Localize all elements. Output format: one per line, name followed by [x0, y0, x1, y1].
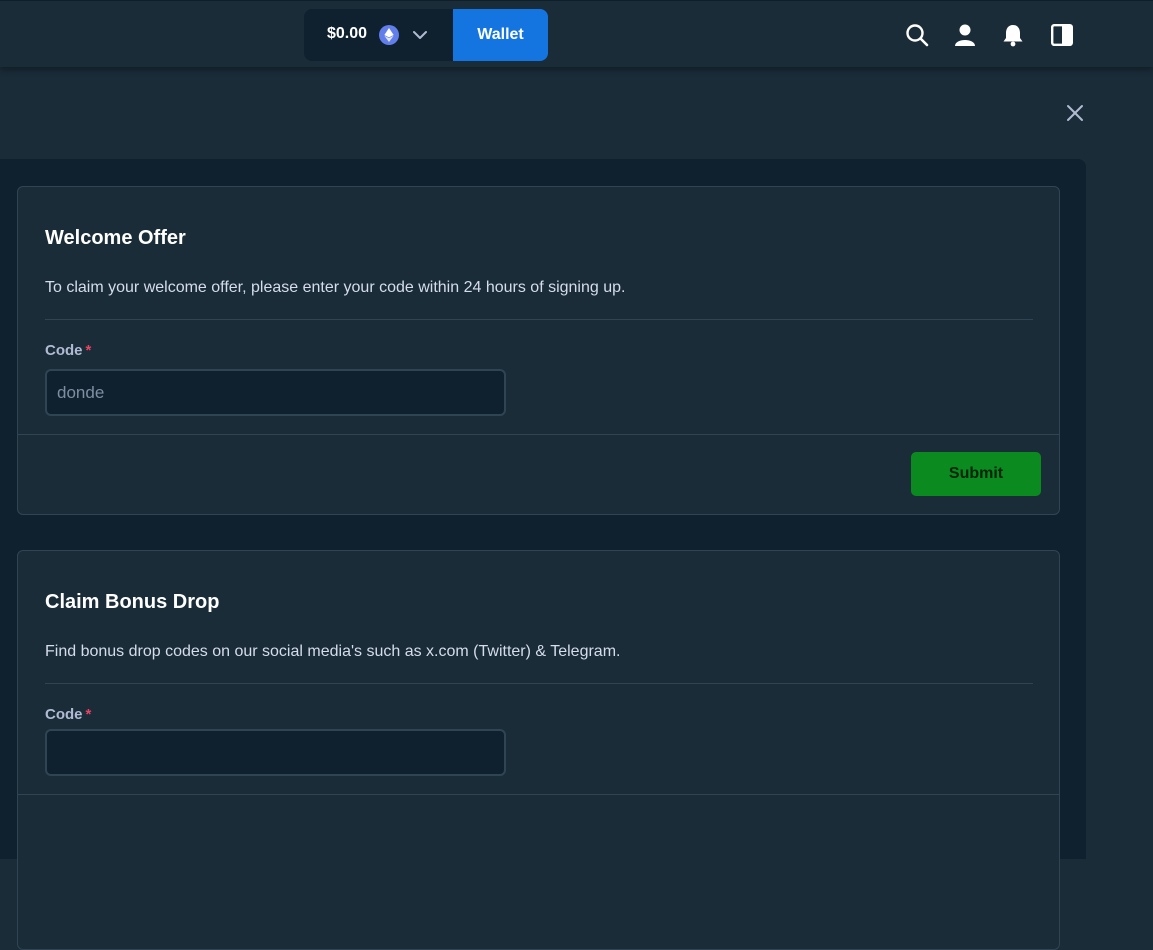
bonus-drop-description: Find bonus drop codes on our social medi…	[45, 643, 621, 660]
user-icon[interactable]	[953, 23, 977, 47]
chevron-down-icon[interactable]	[413, 28, 427, 42]
promotions-panel: Welcome Offer To claim your welcome offe…	[0, 159, 1086, 950]
welcome-offer-description: To claim your welcome offer, please ente…	[45, 279, 626, 296]
wallet-button[interactable]: Wallet	[453, 9, 548, 61]
required-mark: *	[85, 342, 92, 359]
bell-icon[interactable]	[1001, 23, 1025, 47]
balance-selector[interactable]: $0.00	[304, 9, 454, 61]
welcome-offer-card: Welcome Offer To claim your welcome offe…	[17, 186, 1060, 515]
card-footer-divider	[18, 434, 1059, 435]
code-label: Code *	[45, 706, 91, 723]
submit-button[interactable]: Submit	[911, 452, 1041, 496]
welcome-offer-title: Welcome Offer	[45, 227, 186, 249]
code-label: Code *	[45, 342, 91, 359]
close-icon[interactable]	[1064, 102, 1086, 124]
divider	[45, 683, 1033, 684]
bonus-code-input[interactable]	[45, 729, 506, 776]
welcome-code-input[interactable]	[45, 369, 506, 416]
search-icon[interactable]	[905, 23, 929, 47]
divider	[45, 319, 1033, 320]
ethereum-icon	[379, 25, 399, 45]
card-footer-divider	[18, 794, 1059, 795]
bonus-drop-card: Claim Bonus Drop Find bonus drop codes o…	[17, 550, 1060, 950]
code-label-text: Code	[45, 706, 83, 723]
bonus-drop-title: Claim Bonus Drop	[45, 591, 220, 613]
balance-amount: $0.00	[327, 25, 368, 42]
top-bar: $0.00 Wallet	[0, 0, 1153, 67]
code-label-text: Code	[45, 342, 83, 359]
required-mark: *	[85, 706, 92, 723]
sidebar-toggle-icon[interactable]	[1050, 23, 1074, 47]
